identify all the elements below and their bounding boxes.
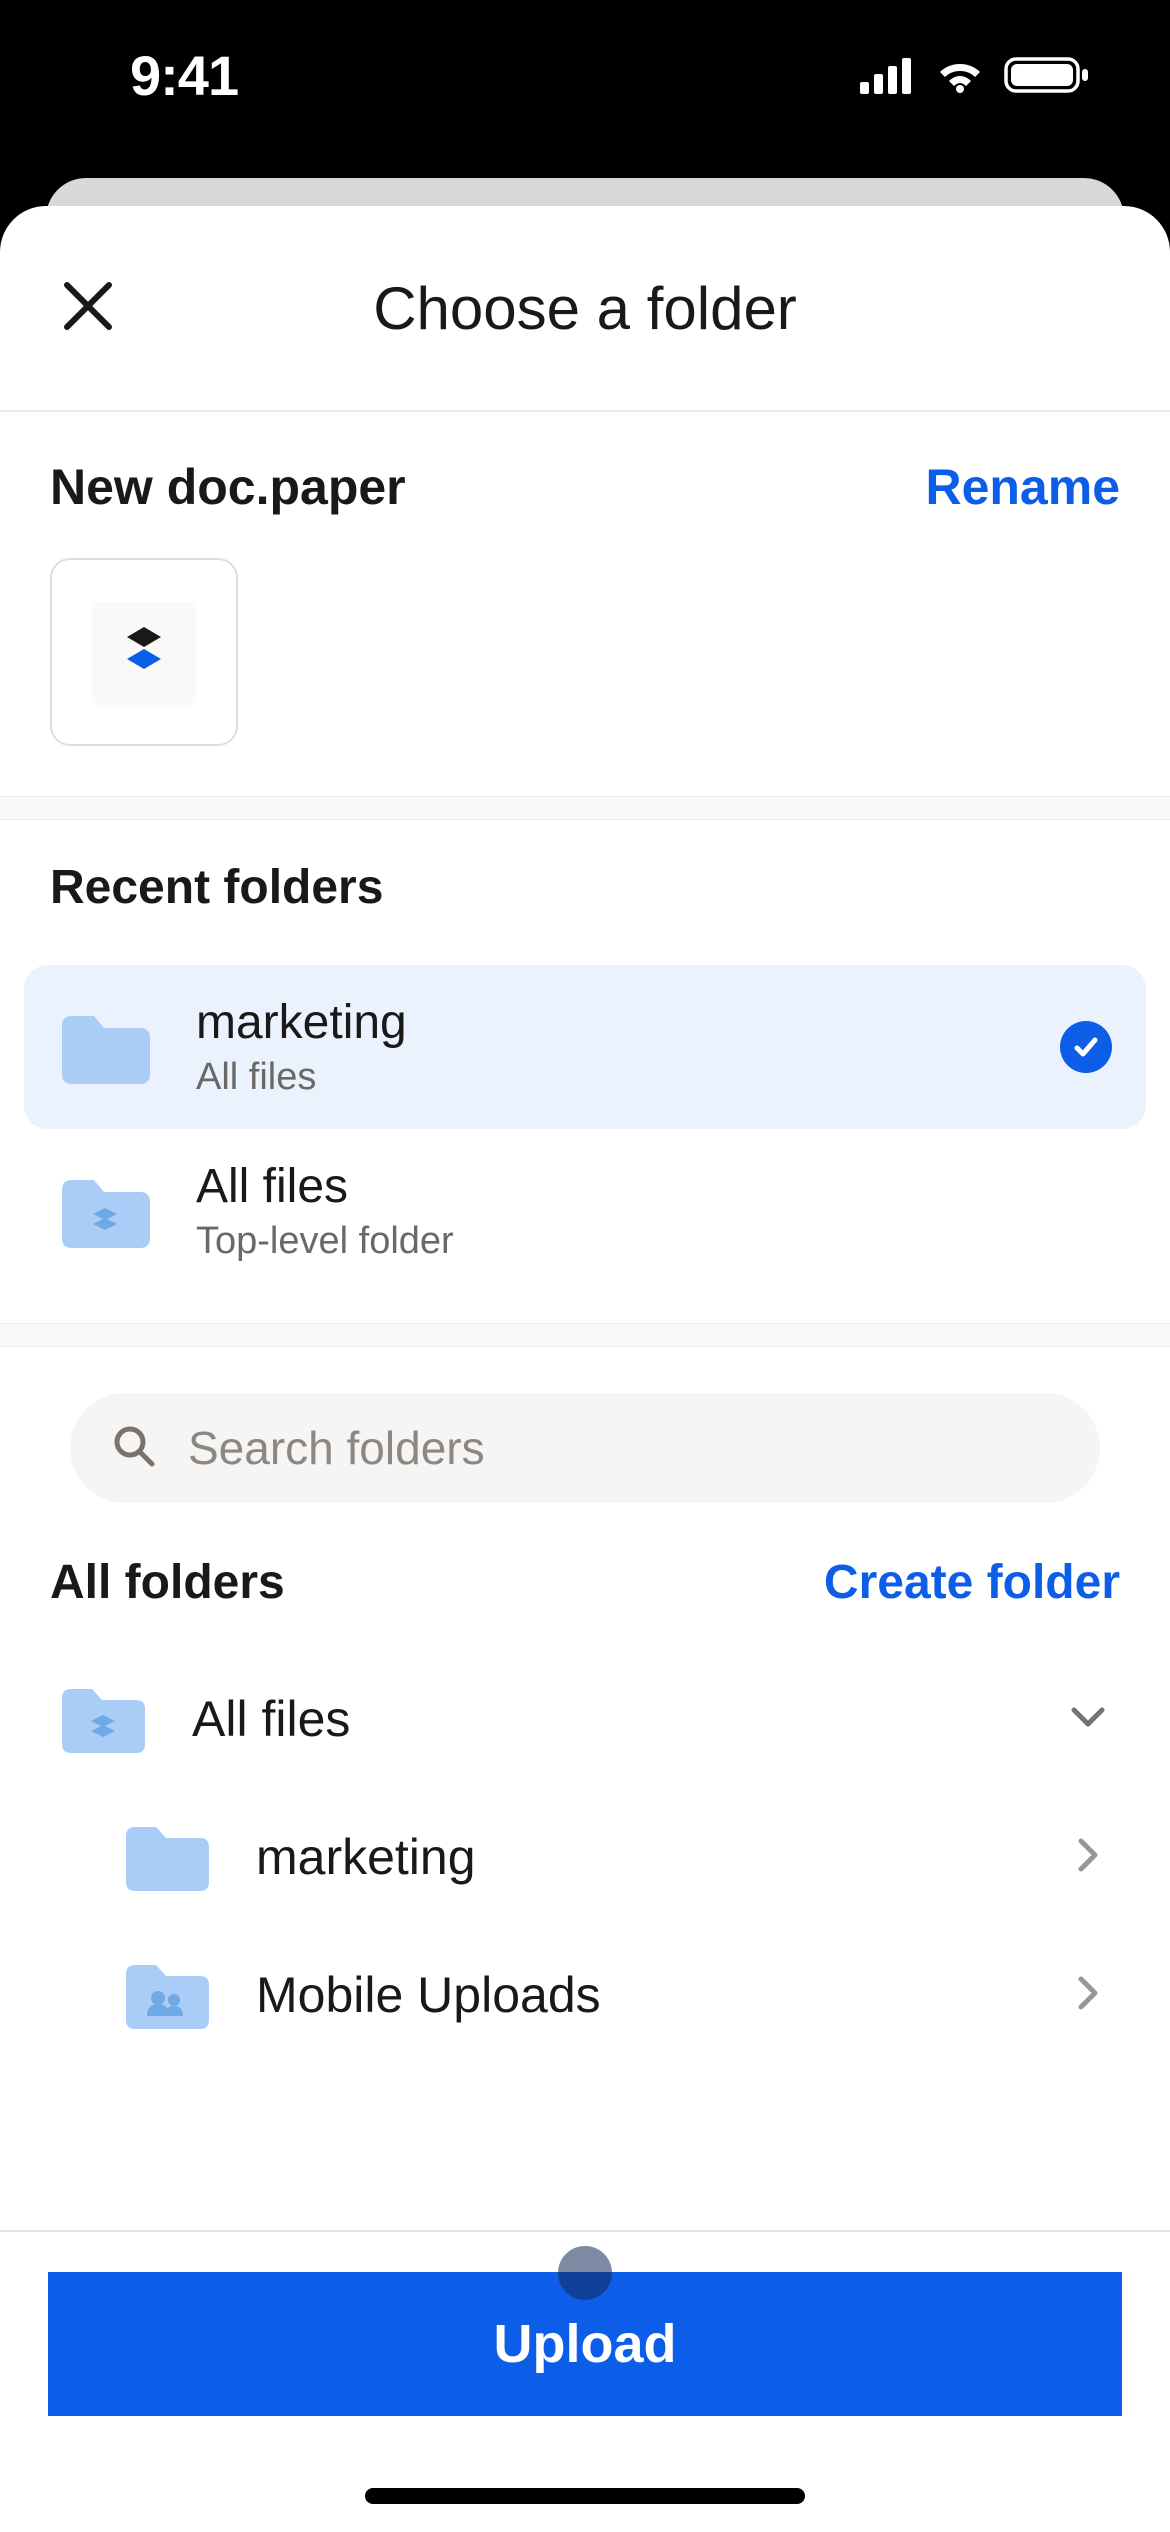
hint-indicator [558, 2246, 612, 2300]
recent-folders-title: Recent folders [50, 860, 1120, 915]
all-folders-title: All folders [50, 1555, 285, 1610]
folder-subtitle: All files [196, 1056, 1016, 1099]
folder-subtitle: Top-level folder [196, 1220, 1112, 1263]
dropbox-paper-icon [115, 621, 173, 684]
selected-check-icon [1060, 1021, 1112, 1073]
rename-button[interactable]: Rename [925, 458, 1120, 516]
battery-icon [1004, 55, 1090, 95]
chevron-right-icon[interactable] [1064, 1831, 1112, 1884]
recent-folder-item[interactable]: All files Top-level folder [24, 1129, 1146, 1293]
all-folders-header: All folders Create folder [0, 1539, 1170, 1640]
folder-tree: All files marketing [0, 1640, 1170, 2074]
tree-child-item[interactable]: marketing [50, 1788, 1120, 1926]
status-time: 9:41 [80, 43, 238, 108]
section-divider [0, 796, 1170, 820]
create-folder-button[interactable]: Create folder [824, 1555, 1120, 1610]
search-input[interactable]: Search folders [70, 1393, 1100, 1503]
recent-folder-item[interactable]: marketing All files [24, 965, 1146, 1129]
folder-name: marketing [196, 995, 1016, 1050]
folder-picker-sheet: Choose a folder New doc.paper Rename [0, 206, 1170, 2532]
status-indicators [860, 55, 1090, 95]
file-info-section: New doc.paper Rename [0, 412, 1170, 796]
search-icon [110, 1422, 158, 1475]
upload-button[interactable]: Upload [48, 2272, 1122, 2416]
chevron-right-icon[interactable] [1064, 1969, 1112, 2022]
tree-root-item[interactable]: All files [50, 1650, 1120, 1788]
sheet-header: Choose a folder [0, 206, 1170, 412]
shared-folder-icon [122, 1958, 212, 2032]
sheet-title: Choose a folder [0, 274, 1170, 343]
home-indicator [365, 2488, 805, 2504]
status-bar: 9:41 [0, 0, 1170, 150]
section-divider [0, 1323, 1170, 1347]
folder-icon [58, 1008, 152, 1086]
tree-item-label: All files [192, 1690, 1020, 1748]
search-section: Search folders [0, 1347, 1170, 1539]
dropbox-folder-icon [58, 1682, 148, 1756]
search-placeholder: Search folders [188, 1421, 485, 1475]
chevron-down-icon[interactable] [1064, 1693, 1112, 1746]
bottom-action-bar: Upload [0, 2230, 1170, 2532]
dropbox-folder-icon [58, 1172, 152, 1250]
recent-folders-list: marketing All files All files Top-level … [0, 965, 1170, 1323]
close-button[interactable] [48, 268, 128, 348]
folder-name: All files [196, 1159, 1112, 1214]
close-icon [59, 277, 117, 340]
cellular-icon [860, 56, 916, 94]
tree-item-label: marketing [256, 1828, 1020, 1886]
wifi-icon [934, 56, 986, 94]
tree-item-label: Mobile Uploads [256, 1966, 1020, 2024]
tree-child-item[interactable]: Mobile Uploads [50, 1926, 1120, 2064]
file-thumbnail[interactable] [50, 558, 238, 746]
upload-button-label: Upload [494, 2313, 677, 2375]
file-name: New doc.paper [50, 458, 406, 516]
folder-icon [122, 1820, 212, 1894]
recent-folders-section: Recent folders [0, 820, 1170, 965]
